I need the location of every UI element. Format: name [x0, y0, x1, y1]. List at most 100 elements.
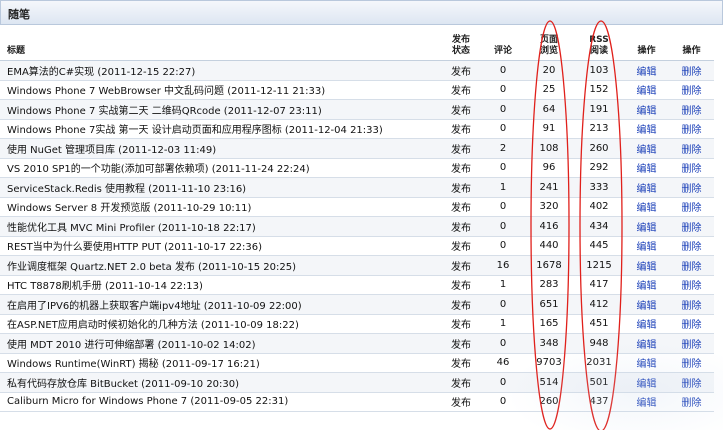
views-cell: 440 [539, 240, 559, 252]
edit-link[interactable]: 编辑 [637, 262, 657, 273]
views-cell: 108 [539, 142, 559, 154]
delete-link[interactable]: 删除 [682, 398, 702, 409]
delete-link[interactable]: 删除 [682, 340, 702, 351]
edit-cell: 编辑 [624, 158, 669, 178]
post-title-link[interactable]: Windows Server 8 开发预览版 (2011-10-29 10:11… [7, 203, 251, 214]
views-cell-cell: 260 [524, 392, 574, 412]
edit-link[interactable]: 编辑 [637, 340, 657, 351]
comments-cell: 2 [499, 142, 507, 154]
comments-cell-cell: 0 [482, 236, 524, 256]
comments-cell-cell: 16 [482, 255, 524, 276]
edit-cell: 编辑 [624, 255, 669, 276]
post-title-link[interactable]: Windows Phone 7 WebBrowser 中文乱码问题 (2011-… [7, 86, 325, 97]
delete-link[interactable]: 删除 [682, 125, 702, 136]
edit-link[interactable]: 编辑 [637, 164, 657, 175]
edit-link[interactable]: 编辑 [637, 242, 657, 253]
status-cell-cell: 发布 [440, 158, 482, 178]
post-title-cell: HTC T8878刷机手册 (2011-10-14 22:13) [0, 275, 440, 295]
post-title-link[interactable]: REST当中为什么要使用HTTP PUT (2011-10-17 22:36) [7, 242, 262, 253]
post-title-link[interactable]: Windows Phone 7实战 第一天 设计启动页面和应用程序图标 (201… [7, 125, 383, 136]
delete-link[interactable]: 删除 [682, 320, 702, 331]
edit-link[interactable]: 编辑 [637, 203, 657, 214]
views-cell-cell: 283 [524, 275, 574, 295]
post-title-link[interactable]: 在ASP.NET应用启动时候初始化的几种方法 (2011-10-09 18:22… [7, 320, 299, 331]
rss-cell-cell: 213 [574, 119, 624, 139]
edit-link[interactable]: 编辑 [637, 145, 657, 156]
rss-cell-cell: 292 [574, 158, 624, 178]
comments-cell-cell: 1 [482, 314, 524, 334]
post-title-link[interactable]: Windows Phone 7 实战第二天 二维码QRcode (2011-12… [7, 106, 322, 117]
delete-link[interactable]: 删除 [682, 203, 702, 214]
delete-link[interactable]: 删除 [682, 86, 702, 97]
delete-cell: 删除 [669, 372, 714, 393]
delete-link[interactable]: 删除 [682, 281, 702, 292]
edit-link[interactable]: 编辑 [637, 86, 657, 97]
edit-link[interactable]: 编辑 [637, 398, 657, 409]
post-title-link[interactable]: VS 2010 SP1的一个功能(添加可部署依赖项) (2011-11-24 2… [7, 164, 310, 175]
edit-link[interactable]: 编辑 [637, 320, 657, 331]
comments-cell: 0 [499, 64, 507, 76]
comments-cell-cell: 0 [482, 197, 524, 217]
delete-link[interactable]: 删除 [682, 145, 702, 156]
post-title-cell: 私有代码存放仓库 BitBucket (2011-09-10 20:30) [0, 372, 440, 393]
post-title-link[interactable]: ServiceStack.Redis 使用教程 (2011-11-10 23:1… [7, 184, 246, 195]
delete-link[interactable]: 删除 [682, 106, 702, 117]
post-title-link[interactable]: 使用 MDT 2010 进行可伸缩部署 (2011-10-02 14:02) [7, 340, 256, 351]
table-header-row: 标题 发布 状态 评论 页面 浏览 RSS 阅读 操作 操作 [0, 25, 714, 61]
rss-cell-cell: 445 [574, 236, 624, 256]
post-title-link[interactable]: HTC T8878刷机手册 (2011-10-14 22:13) [7, 281, 203, 292]
delete-link[interactable]: 删除 [682, 301, 702, 312]
edit-link[interactable]: 编辑 [637, 67, 657, 78]
comments-cell: 16 [496, 259, 510, 271]
edit-cell: 编辑 [624, 80, 669, 100]
delete-link[interactable]: 删除 [682, 242, 702, 253]
delete-link[interactable]: 删除 [682, 223, 702, 234]
status-cell-cell: 发布 [440, 197, 482, 217]
post-title-link[interactable]: 作业调度框架 Quartz.NET 2.0 beta 发布 (2011-10-1… [7, 262, 296, 273]
views-cell: 283 [539, 279, 559, 291]
header-rss[interactable]: RSS 阅读 [574, 25, 624, 61]
rss-cell: 501 [589, 376, 609, 388]
edit-link[interactable]: 编辑 [637, 301, 657, 312]
comments-cell: 0 [499, 240, 507, 252]
edit-link[interactable]: 编辑 [637, 184, 657, 195]
delete-cell: 删除 [669, 294, 714, 315]
delete-link[interactable]: 删除 [682, 164, 702, 175]
post-title-link[interactable]: Windows Runtime(WinRT) 揭秘 (2011-09-17 16… [7, 359, 260, 370]
post-title-link[interactable]: 性能优化工具 MVC Mini Profiler (2011-10-18 22:… [7, 223, 256, 234]
header-comments[interactable]: 评论 [482, 25, 524, 61]
post-title-link[interactable]: 在启用了IPV6的机器上获取客户端ipv4地址 (2011-10-09 22:0… [7, 301, 302, 312]
comments-cell-cell: 0 [482, 80, 524, 100]
comments-cell-cell: 46 [482, 353, 524, 373]
status-cell-cell: 发布 [440, 255, 482, 276]
edit-cell: 编辑 [624, 314, 669, 334]
status-cell-cell: 发布 [440, 216, 482, 237]
post-title-cell: 在ASP.NET应用启动时候初始化的几种方法 (2011-10-09 18:22… [0, 314, 440, 334]
post-title-cell: REST当中为什么要使用HTTP PUT (2011-10-17 22:36) [0, 236, 440, 256]
views-cell-cell: 320 [524, 197, 574, 217]
edit-link[interactable]: 编辑 [637, 281, 657, 292]
header-views[interactable]: 页面 浏览 [524, 25, 574, 61]
header-status-line1: 发布 [451, 35, 470, 45]
delete-link[interactable]: 删除 [682, 184, 702, 195]
table-row: Caliburn Micro for Windows Phone 7 (2011… [0, 392, 714, 412]
post-title-cell: 性能优化工具 MVC Mini Profiler (2011-10-18 22:… [0, 216, 440, 237]
views-cell-cell: 165 [524, 314, 574, 334]
delete-link[interactable]: 删除 [682, 262, 702, 273]
post-title-link[interactable]: EMA算法的C#实现 (2011-12-15 22:27) [7, 67, 195, 78]
post-title-link[interactable]: Caliburn Micro for Windows Phone 7 (2011… [7, 396, 288, 407]
edit-link[interactable]: 编辑 [637, 106, 657, 117]
delete-link[interactable]: 删除 [682, 359, 702, 370]
status-cell-cell: 发布 [440, 275, 482, 295]
header-status[interactable]: 发布 状态 [440, 25, 482, 61]
post-title-cell: 在启用了IPV6的机器上获取客户端ipv4地址 (2011-10-09 22:0… [0, 294, 440, 315]
post-title-link[interactable]: 私有代码存放仓库 BitBucket (2011-09-10 20:30) [7, 379, 239, 390]
post-title-link[interactable]: 使用 NuGet 管理项目库 (2011-12-03 11:49) [7, 145, 216, 156]
edit-link[interactable]: 编辑 [637, 125, 657, 136]
edit-link[interactable]: 编辑 [637, 223, 657, 234]
header-title[interactable]: 标题 [0, 25, 440, 61]
delete-link[interactable]: 删除 [682, 67, 702, 78]
edit-link[interactable]: 编辑 [637, 359, 657, 370]
edit-link[interactable]: 编辑 [637, 379, 657, 390]
delete-link[interactable]: 删除 [682, 379, 702, 390]
